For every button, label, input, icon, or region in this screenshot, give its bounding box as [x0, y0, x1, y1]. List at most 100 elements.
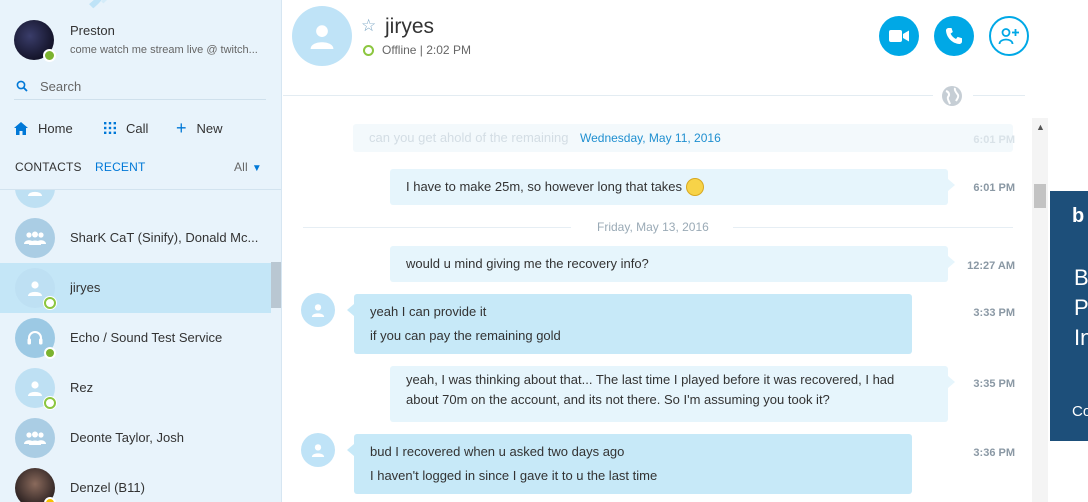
presence-online-icon: [44, 347, 56, 359]
new-label: New: [196, 120, 223, 136]
scroll-up-arrow-icon[interactable]: ▲: [1036, 122, 1045, 132]
presence-offline-icon: [44, 397, 56, 409]
list-item[interactable]: SharK CaT (Sinify), Donald Mc...: [0, 213, 271, 263]
list-item[interactable]: jiryes: [0, 263, 271, 313]
profile[interactable]: Preston come watch me stream live @ twit…: [14, 18, 274, 62]
conversation-scrollbar[interactable]: [1032, 118, 1048, 502]
message-bubble[interactable]: I have to make 25m, so however long that…: [390, 169, 955, 205]
message-time: 12:27 AM: [967, 260, 1015, 272]
message-time: 3:36 PM: [973, 447, 1015, 459]
message-text: I haven't logged in since I gave it to u…: [370, 468, 658, 483]
contact-name: Deonte Taylor, Josh: [70, 430, 184, 445]
group-icon: [24, 231, 46, 245]
profile-mood[interactable]: come watch me stream live @ twitch...: [70, 44, 270, 56]
contact-name: Denzel (B11): [70, 480, 145, 495]
avatar: [15, 318, 56, 359]
globe-icon[interactable]: [941, 85, 963, 107]
message-text: bud I recovered when u asked two days ag…: [370, 444, 625, 459]
filter-label: All: [233, 160, 248, 174]
list-item[interactable]: Deonte Taylor, Josh: [0, 413, 271, 463]
message-time: 3:33 PM: [973, 307, 1015, 319]
avatar: [15, 468, 56, 502]
chevron-down-icon: ▼: [251, 163, 262, 174]
home-icon: [14, 121, 28, 135]
person-icon: [311, 444, 325, 457]
dialpad-icon: [104, 122, 116, 134]
avatar[interactable]: [301, 433, 335, 467]
message-bubble[interactable]: yeah I can provide it if you can pay the…: [347, 294, 912, 354]
ad-text: B: [1074, 265, 1088, 290]
chat-header: ☆ jiryes Offline | 2:02 PM: [283, 0, 1049, 106]
list-scrollbar[interactable]: [271, 262, 281, 308]
audio-call-button[interactable]: [934, 16, 974, 56]
presence-away-icon: [44, 497, 56, 502]
list-item[interactable]: [0, 190, 271, 213]
message-time: 6:01 PM: [973, 134, 1015, 146]
favorite-star-icon[interactable]: ☆: [361, 16, 376, 36]
avatar[interactable]: [292, 6, 352, 66]
list-item[interactable]: Rez: [0, 363, 271, 413]
person-icon: [311, 304, 325, 317]
avatar: [15, 268, 56, 309]
bing-logo-icon: b: [1072, 205, 1085, 227]
message-time: 6:01 PM: [973, 182, 1015, 194]
search-placeholder: Search: [40, 79, 82, 94]
sidebar: Preston come watch me stream live @ twit…: [0, 0, 282, 502]
ad-text: Co: [1072, 403, 1088, 420]
add-person-icon: [998, 28, 1019, 45]
message-text: I have to make 25m, so however long that…: [406, 179, 683, 194]
contact-tabs: CONTACTS RECENT All ▼: [14, 158, 266, 178]
video-call-button[interactable]: [879, 16, 919, 56]
search-input[interactable]: Search: [14, 76, 266, 100]
ad-banner[interactable]: b B P In Co: [1050, 191, 1088, 441]
contact-name: Rez: [70, 380, 94, 395]
avatar[interactable]: [14, 20, 56, 62]
contact-name: jiryes: [70, 280, 101, 295]
contact-name: SharK CaT (Sinify), Donald Mc...: [70, 230, 259, 245]
avatar[interactable]: [301, 293, 335, 327]
message-text: if you can pay the remaining gold: [370, 328, 561, 343]
avatar: [15, 218, 55, 258]
presence-offline-icon: [44, 297, 56, 309]
call-button[interactable]: Call: [104, 118, 148, 138]
presence-offline-icon: [363, 44, 374, 56]
chat-title[interactable]: jiryes: [385, 15, 434, 39]
tab-contacts[interactable]: CONTACTS: [15, 160, 82, 174]
message-time: 3:35 PM: [973, 378, 1015, 390]
person-icon: [28, 191, 42, 196]
date-separator: Wednesday, May 11, 2016: [580, 131, 721, 145]
profile-name: Preston: [70, 23, 115, 38]
message-text: yeah I can provide it: [370, 304, 487, 319]
call-label: Call: [126, 120, 149, 136]
new-button[interactable]: + New: [176, 118, 223, 138]
conversation-pane: can you get ahold of the remaining 6:01 …: [283, 120, 1049, 502]
contact-name: Echo / Sound Test Service: [70, 330, 223, 345]
scrollbar-thumb[interactable]: [1034, 184, 1046, 208]
message-bubble[interactable]: yeah, I was thinking about that... The l…: [390, 366, 955, 422]
person-icon: [310, 25, 334, 49]
ad-text: P: [1074, 295, 1088, 320]
message-bubble[interactable]: bud I recovered when u asked two days ag…: [347, 434, 912, 494]
message-bubble[interactable]: would u mind giving me the recovery info…: [390, 246, 955, 282]
date-separator: Friday, May 13, 2016: [597, 220, 709, 234]
add-people-button[interactable]: [989, 16, 1029, 56]
search-icon: [16, 80, 28, 92]
ad-text: In: [1074, 325, 1088, 350]
video-camera-icon: [889, 30, 909, 42]
filter-dropdown[interactable]: All ▼: [234, 160, 262, 174]
person-icon: [28, 281, 42, 296]
message-text: about 70m on the account, and its not th…: [406, 392, 830, 407]
headset-icon: [27, 331, 43, 345]
divider: [973, 95, 1025, 96]
list-item[interactable]: Denzel (B11): [0, 463, 271, 502]
tab-recent[interactable]: RECENT: [95, 160, 146, 174]
divider: [303, 227, 571, 228]
home-button[interactable]: Home: [14, 118, 73, 138]
nav-bar: Home Call + New: [14, 118, 266, 138]
list-item[interactable]: Echo / Sound Test Service: [0, 313, 271, 363]
avatar: [15, 418, 55, 458]
divider: [283, 95, 933, 96]
group-icon: [24, 431, 46, 445]
avatar: [15, 368, 56, 409]
phone-icon: [946, 28, 962, 44]
